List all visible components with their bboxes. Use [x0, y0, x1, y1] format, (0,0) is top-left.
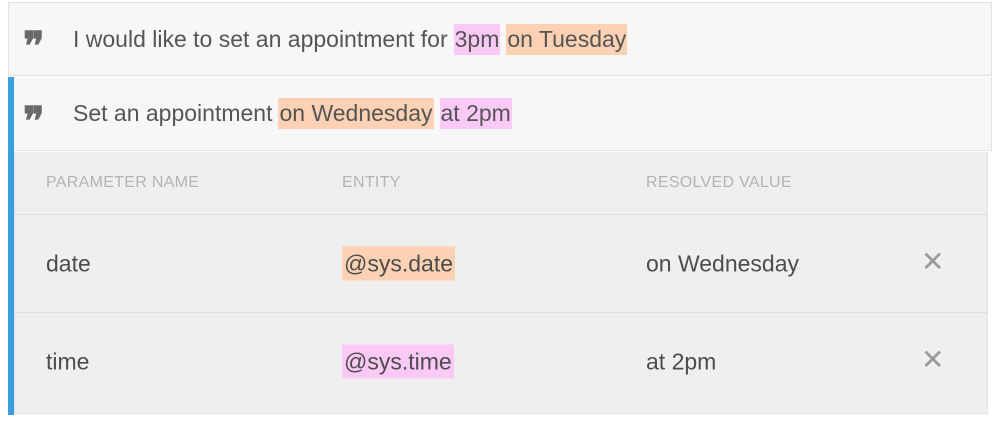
- phrase-text[interactable]: I would like to set an appointment for 3…: [73, 23, 628, 55]
- entity-cell: @sys.date: [342, 246, 456, 280]
- training-phrase-1[interactable]: ❞ I would like to set an appointment for…: [8, 2, 992, 76]
- phrase-prefix: I would like to set an appointment for: [73, 25, 448, 52]
- phrase-prefix: Set an appointment: [73, 100, 273, 126]
- close-icon[interactable]: ✕: [921, 345, 944, 374]
- training-phrases-panel: ❞ I would like to set an appointment for…: [0, 0, 996, 422]
- annotation-date[interactable]: on Wednesday: [278, 98, 434, 129]
- table-row: time @sys.time at 2pm ✕: [15, 313, 987, 411]
- header-entity: ENTITY: [342, 174, 401, 191]
- annotation-date[interactable]: on Tuesday: [506, 23, 628, 55]
- resolved-value: at 2pm: [646, 348, 717, 375]
- header-resolved-value: RESOLVED VALUE: [646, 174, 792, 191]
- entity-chip[interactable]: @sys.time: [342, 344, 454, 379]
- quote-icon: ❞: [23, 23, 45, 70]
- close-icon[interactable]: ✕: [921, 247, 944, 275]
- annotation-time[interactable]: 3pm: [453, 23, 501, 55]
- table-header: PARAMETER NAME ENTITY RESOLVED VALUE: [15, 152, 987, 215]
- resolved-value: on Wednesday: [646, 250, 800, 276]
- annotation-time[interactable]: at 2pm: [439, 98, 512, 129]
- quote-icon: ❞: [23, 97, 45, 145]
- parameter-name[interactable]: time: [46, 349, 89, 376]
- table-row: date @sys.date on Wednesday ✕: [15, 215, 987, 313]
- entity-cell: @sys.time: [342, 344, 454, 379]
- phrase-text[interactable]: Set an appointment on Wednesday at 2pm: [73, 98, 512, 129]
- parameter-name[interactable]: date: [46, 250, 91, 277]
- training-phrase-2[interactable]: ❞ Set an appointment on Wednesday at 2pm: [8, 77, 992, 151]
- header-parameter-name: PARAMETER NAME: [46, 174, 200, 191]
- parameter-table: PARAMETER NAME ENTITY RESOLVED VALUE dat…: [14, 152, 988, 414]
- entity-chip[interactable]: @sys.date: [342, 246, 456, 280]
